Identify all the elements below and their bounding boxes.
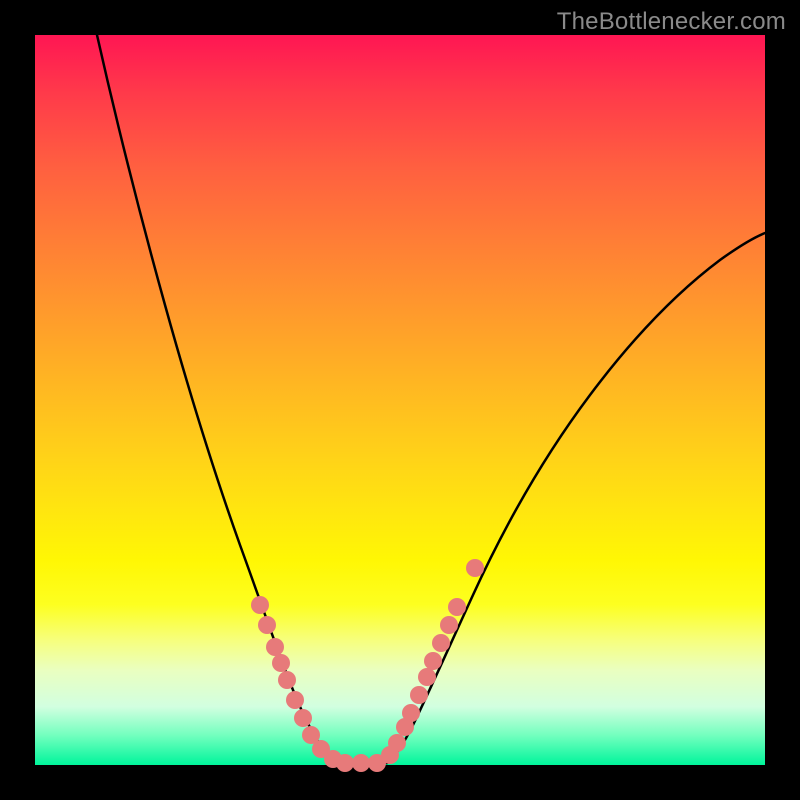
curve-left: [97, 35, 343, 763]
data-point: [402, 704, 420, 722]
chart-container: TheBottlenecker.com: [0, 0, 800, 800]
data-point: [418, 668, 436, 686]
data-point: [410, 686, 428, 704]
data-point: [448, 598, 466, 616]
curve-overlay: [35, 35, 765, 765]
data-point: [272, 654, 290, 672]
data-point: [440, 616, 458, 634]
data-point: [278, 671, 296, 689]
data-point: [294, 709, 312, 727]
data-point: [432, 634, 450, 652]
data-point: [286, 691, 304, 709]
data-point: [251, 596, 269, 614]
curve-right: [387, 233, 765, 763]
data-point: [258, 616, 276, 634]
watermark: TheBottlenecker.com: [557, 8, 786, 36]
data-point: [352, 754, 370, 772]
data-point: [266, 638, 284, 656]
plot-area: [35, 35, 765, 765]
data-point: [424, 652, 442, 670]
data-point: [388, 734, 406, 752]
data-point: [466, 559, 484, 577]
data-point: [336, 754, 354, 772]
